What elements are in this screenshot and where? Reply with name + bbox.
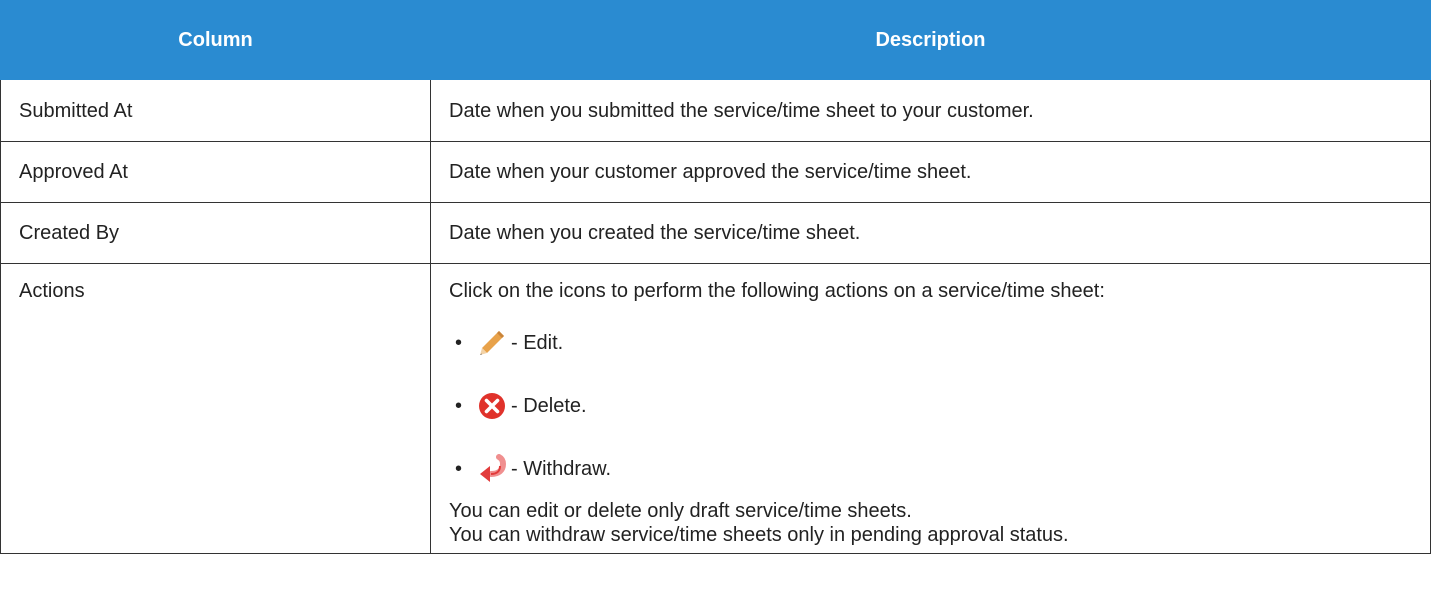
- table-header-row: Column Description: [0, 0, 1431, 80]
- note-draft: You can edit or delete only draft servic…: [449, 500, 912, 522]
- action-label: - Edit.: [511, 332, 564, 354]
- table-row: Approved At Date when your customer appr…: [0, 141, 1431, 203]
- pencil-icon: [477, 328, 507, 358]
- row-description: Date when your customer approved the ser…: [430, 141, 1431, 203]
- columns-table: Column Description Submitted At Date whe…: [0, 0, 1431, 554]
- actions-note: You can edit or delete only draft servic…: [449, 499, 1412, 547]
- bullet: •: [455, 395, 463, 417]
- table-row: Submitted At Date when you submitted the…: [0, 79, 1431, 142]
- row-column-name: Approved At: [0, 141, 431, 203]
- header-description: Description: [430, 0, 1431, 80]
- action-label: - Delete.: [511, 395, 587, 417]
- action-label: - Withdraw.: [511, 458, 612, 480]
- row-description: Click on the icons to perform the follow…: [430, 263, 1431, 554]
- table-row-actions: Actions Click on the icons to perform th…: [0, 263, 1431, 554]
- note-withdraw: You can withdraw service/time sheets onl…: [449, 524, 1069, 546]
- row-column-name: Created By: [0, 202, 431, 264]
- bullet: •: [455, 458, 463, 480]
- actions-intro: Click on the icons to perform the follow…: [449, 280, 1105, 302]
- list-item-edit: • - Edit.: [449, 323, 1412, 363]
- table-row: Created By Date when you created the ser…: [0, 202, 1431, 264]
- row-column-name: Submitted At: [0, 79, 431, 142]
- action-list: • - Edit. • - Delete. • - Withdraw.: [449, 323, 1412, 489]
- row-column-name: Actions: [0, 263, 431, 554]
- delete-icon: [477, 391, 507, 421]
- list-item-withdraw: • - Withdraw.: [449, 449, 1412, 489]
- header-column: Column: [0, 0, 431, 80]
- row-description: Date when you submitted the service/time…: [430, 79, 1431, 142]
- list-item-delete: • - Delete.: [449, 386, 1412, 426]
- bullet: •: [455, 332, 463, 354]
- withdraw-icon: [477, 454, 507, 484]
- row-description: Date when you created the service/time s…: [430, 202, 1431, 264]
